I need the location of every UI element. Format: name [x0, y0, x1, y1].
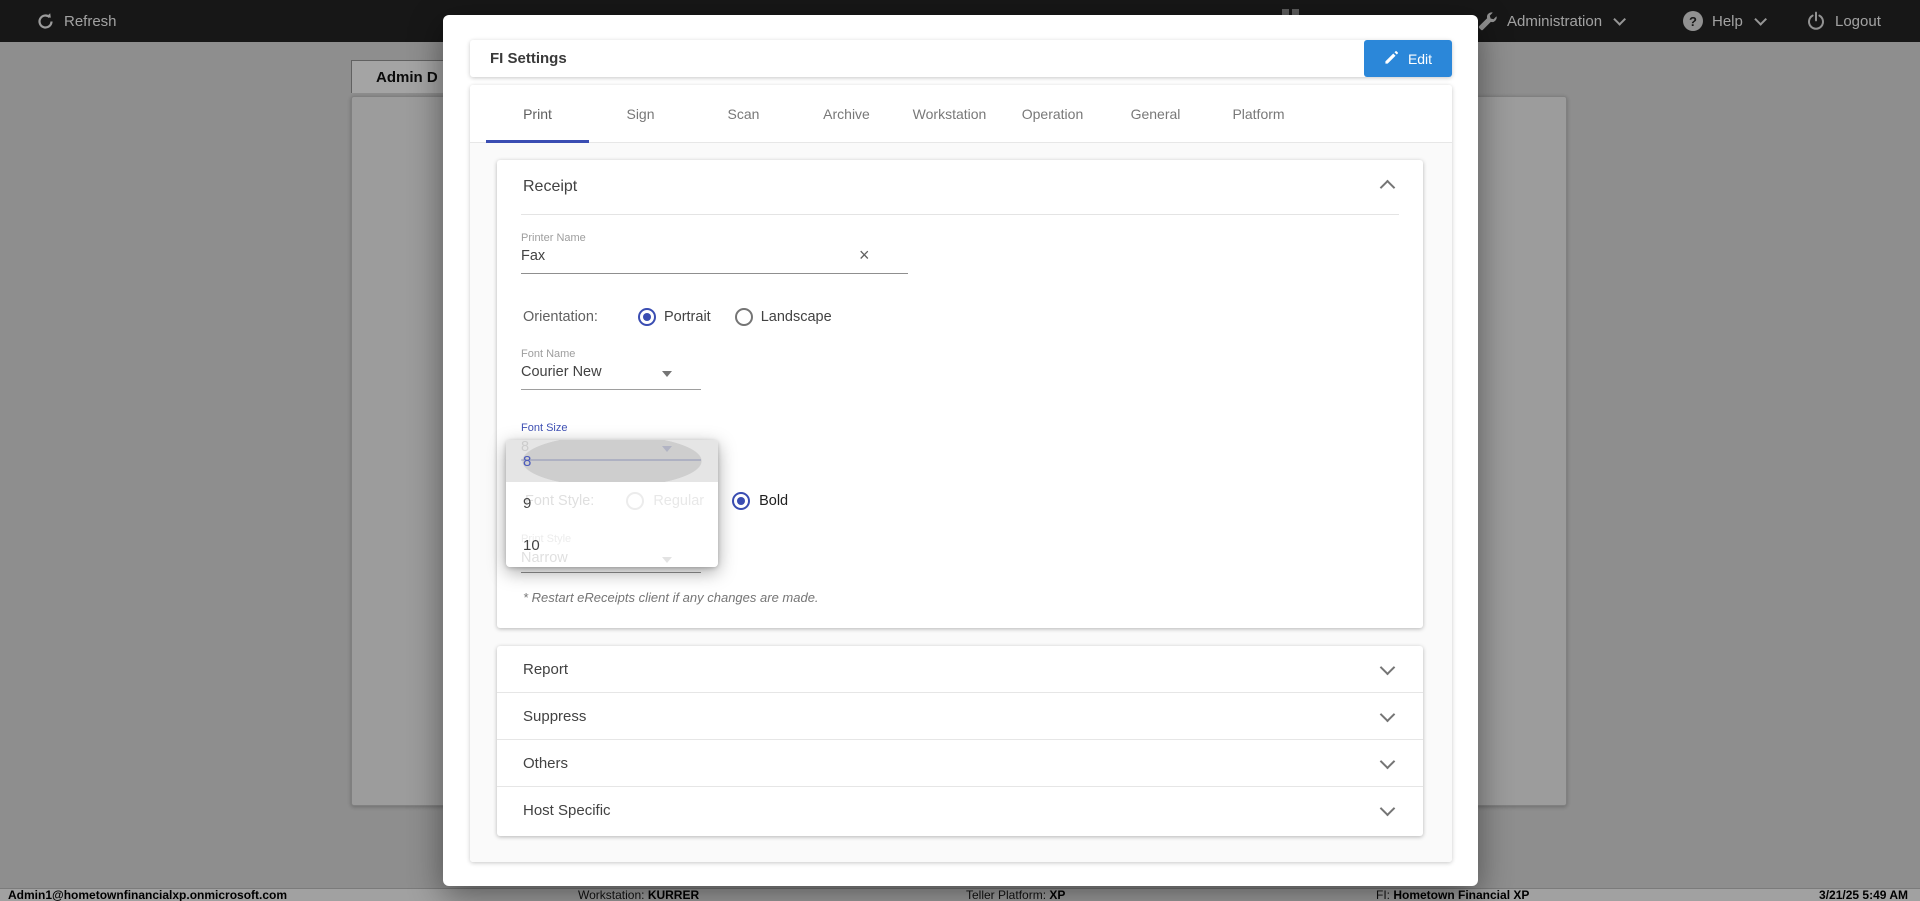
restart-note: * Restart eReceipts client if any change…	[523, 590, 819, 605]
receipt-section-title: Receipt	[523, 178, 578, 195]
print-tab-panel: Receipt Printer Name Fax × Orientation: …	[470, 143, 1452, 862]
dialog-body: Print Sign Scan Archive Workstation Oper…	[470, 85, 1452, 862]
tab-archive[interactable]: Archive	[795, 85, 898, 143]
orientation-label: Orientation:	[523, 309, 598, 325]
pencil-icon	[1384, 50, 1399, 68]
tab-operation[interactable]: Operation	[1001, 85, 1104, 143]
printer-name-input[interactable]: Fax	[521, 248, 545, 264]
section-report[interactable]: Report	[497, 646, 1423, 693]
expand-chevron-down-icon	[1379, 706, 1396, 723]
clear-icon[interactable]: ×	[859, 246, 870, 264]
font-size-option-8[interactable]: 8	[506, 440, 718, 482]
font-size-option-9[interactable]: 9	[506, 482, 718, 524]
edit-button-label: Edit	[1407, 50, 1433, 67]
input-underline	[521, 273, 908, 274]
tab-general[interactable]: General	[1104, 85, 1207, 143]
select-underline	[521, 389, 701, 390]
edit-button[interactable]: Edit	[1364, 40, 1452, 77]
portrait-label: Portrait	[663, 309, 711, 325]
landscape-radio[interactable]	[734, 308, 753, 326]
font-name-label: Font Name	[521, 348, 576, 360]
font-size-option-10[interactable]: 10	[506, 524, 718, 566]
section-others-label: Others	[523, 754, 569, 772]
font-size-label: Font Size	[521, 422, 568, 434]
section-host-specific-label: Host Specific	[523, 802, 611, 819]
orientation-row: Orientation: Portrait Landscape	[523, 308, 832, 326]
section-others[interactable]: Others	[497, 740, 1423, 787]
tab-platform[interactable]: Platform	[1207, 85, 1310, 143]
section-suppress-label: Suppress	[523, 707, 587, 725]
section-suppress[interactable]: Suppress	[497, 693, 1423, 740]
expand-chevron-down-icon	[1379, 659, 1396, 676]
tab-scan[interactable]: Scan	[692, 85, 795, 143]
settings-tabs: Print Sign Scan Archive Workstation Oper…	[470, 85, 1452, 143]
dialog-title: FI Settings	[490, 50, 567, 67]
dropdown-arrow-icon[interactable]	[662, 371, 672, 377]
collapse-chevron-up-icon[interactable]	[1379, 179, 1396, 196]
dialog-header: FI Settings Edit	[470, 40, 1452, 77]
section-report-label: Report	[523, 660, 569, 678]
printer-name-label: Printer Name	[521, 232, 586, 244]
tab-print[interactable]: Print	[486, 85, 589, 143]
section-host-specific[interactable]: Host Specific	[497, 787, 1423, 834]
settings-accordion: Report Suppress Others Host Specific	[497, 646, 1423, 836]
app-root: Refresh Administration ? Help Logout Adm…	[0, 0, 1920, 901]
bold-radio[interactable]	[732, 492, 751, 510]
select-underline	[521, 572, 701, 573]
landscape-label: Landscape	[760, 309, 832, 325]
fi-settings-dialog: FI Settings Edit Print Sign Scan Archive…	[443, 15, 1478, 886]
bold-label: Bold	[759, 493, 789, 509]
expand-chevron-down-icon	[1379, 800, 1396, 817]
divider	[521, 214, 1399, 215]
portrait-radio[interactable]	[637, 308, 656, 326]
expand-chevron-down-icon	[1379, 753, 1396, 770]
tab-sign[interactable]: Sign	[589, 85, 692, 143]
tab-workstation[interactable]: Workstation	[898, 85, 1001, 143]
font-size-dropdown-menu: 8 9 10	[506, 440, 718, 567]
receipt-section: Receipt Printer Name Fax × Orientation: …	[497, 160, 1423, 628]
font-name-select[interactable]: Courier New	[521, 364, 602, 380]
